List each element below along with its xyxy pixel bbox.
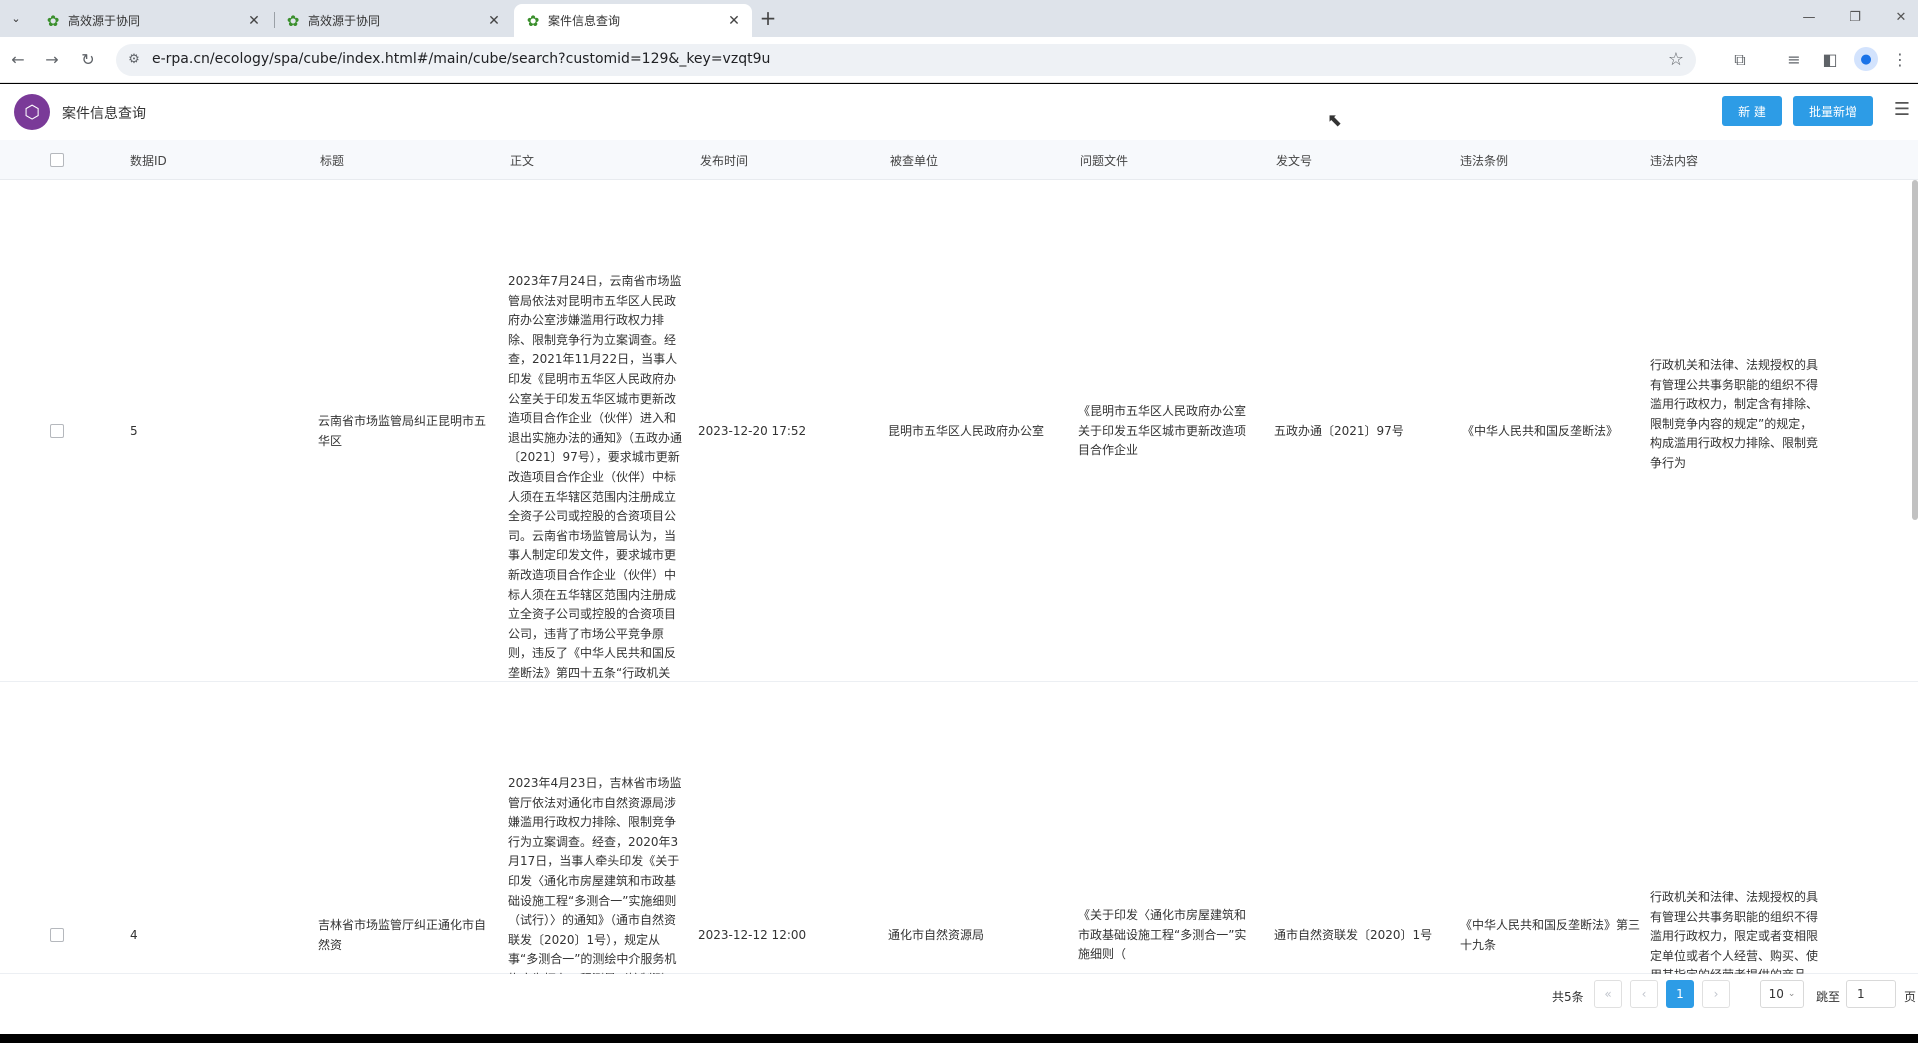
gear-icon: ✿ bbox=[46, 11, 60, 30]
side-panel-icon[interactable]: ◧ bbox=[1818, 48, 1842, 72]
cell-doc: 《关于印发〈通化市房屋建筑和市政基础设施工程“多测合一”实施细则（ bbox=[1078, 908, 1247, 962]
browser-toolbar: ← → ↻ ⚙ e-rpa.cn/ecology/spa/cube/index.… bbox=[0, 37, 1918, 83]
cell-law: 《中华人民共和国反垄断法》第三十九条 bbox=[1460, 918, 1641, 952]
first-page-icon[interactable]: « bbox=[1594, 980, 1622, 1008]
minimize-icon[interactable]: — bbox=[1794, 6, 1824, 30]
mouse-cursor-icon: ⬉ bbox=[1327, 110, 1343, 131]
tab-search-chevron-icon[interactable]: ⌄ bbox=[6, 8, 26, 28]
column-header[interactable]: 正文 bbox=[510, 152, 534, 169]
cell-content: 行政机关和法律、法规授权的具有管理公共事务职能的组织不得滥用行政权力，制定含有排… bbox=[1650, 358, 1819, 470]
page-suffix-label: 页 bbox=[1904, 990, 1917, 1004]
cell-date: 2023-12-20 17:52 bbox=[698, 424, 807, 438]
page-title: 案件信息查询 bbox=[62, 106, 146, 122]
browser-tab-title: 高效源于协同 bbox=[68, 14, 141, 28]
column-header[interactable]: 违法内容 bbox=[1650, 152, 1698, 169]
prev-page-icon[interactable]: ‹ bbox=[1630, 980, 1658, 1008]
browser-tab-1[interactable]: ✿ 高效源于协同 ✕ bbox=[34, 4, 272, 37]
cell-docno: 五政办通〔2021〕97号 bbox=[1274, 424, 1404, 438]
restore-icon[interactable]: ❐ bbox=[1840, 6, 1870, 30]
cell-docno: 通市自然资联发〔2020〕1号 bbox=[1274, 928, 1433, 942]
column-header[interactable]: 发布时间 bbox=[700, 152, 748, 169]
column-header[interactable]: 发文号 bbox=[1276, 152, 1312, 169]
close-icon[interactable]: ✕ bbox=[486, 13, 502, 29]
url-text[interactable]: e-rpa.cn/ecology/spa/cube/index.html#/ma… bbox=[152, 51, 770, 67]
page-size-value: 10 bbox=[1768, 987, 1784, 1001]
forward-arrow-icon[interactable]: → bbox=[40, 48, 64, 72]
cube-logo-icon: ⬡ bbox=[14, 94, 50, 130]
cell-content: 行政机关和法律、法规授权的具有管理公共事务职能的组织不得滥用行政权力，限定或者变… bbox=[1650, 890, 1819, 974]
browser-menu-icon[interactable]: ⋮ bbox=[1888, 48, 1912, 72]
browser-tab-3[interactable]: ✿ 案件信息查询 ✕ bbox=[514, 4, 752, 37]
chevron-down-icon: ⌄ bbox=[1787, 989, 1796, 999]
cell-id: 5 bbox=[130, 424, 138, 438]
row-checkbox[interactable] bbox=[50, 424, 64, 438]
gear-icon: ✿ bbox=[526, 11, 540, 30]
jump-label: 跳至 bbox=[1816, 990, 1841, 1004]
address-bar[interactable]: ⚙ e-rpa.cn/ecology/spa/cube/index.html#/… bbox=[116, 44, 1696, 76]
new-button[interactable]: 新 建 bbox=[1722, 96, 1782, 126]
column-header[interactable]: 被查单位 bbox=[890, 152, 938, 169]
page-number-button[interactable]: 1 bbox=[1666, 980, 1694, 1008]
cell-title[interactable]: 吉林省市场监管厅纠正通化市自然资 bbox=[318, 916, 490, 955]
jump-page-input[interactable]: 1 bbox=[1846, 980, 1896, 1008]
browser-tab-title: 高效源于协同 bbox=[308, 14, 381, 28]
column-header[interactable]: 标题 bbox=[320, 152, 344, 169]
row-checkbox[interactable] bbox=[50, 928, 64, 942]
extensions-icon[interactable]: ⧉ bbox=[1728, 48, 1752, 72]
browser-tabstrip: ⌄ ✿ 高效源于协同 ✕ ✿ 高效源于协同 ✕ ✿ 案件信息查询 ✕ + — ❐… bbox=[0, 0, 1918, 37]
app-page: ⬡ 案件信息查询 ⬉ 新 建 批量新增 ☰ 数据ID 标题 正文 发布时间 被查… bbox=[0, 84, 1918, 1034]
table-row[interactable]: 4 吉林省市场监管厅纠正通化市自然资 2023年4月23日，吉林省市场监管厅依法… bbox=[0, 682, 1918, 974]
browser-tab-2[interactable]: ✿ 高效源于协同 ✕ bbox=[274, 4, 512, 37]
close-icon[interactable]: ✕ bbox=[726, 13, 742, 29]
cell-doc: 《昆明市五华区人民政府办公室关于印发五华区城市更新改造项目合作企业 bbox=[1078, 404, 1247, 458]
cell-unit: 通化市自然资源局 bbox=[888, 928, 985, 942]
cell-unit: 昆明市五华区人民政府办公室 bbox=[888, 424, 1045, 438]
cell-date: 2023-12-12 12:00 bbox=[698, 928, 807, 942]
new-tab-plus-icon[interactable]: + bbox=[756, 6, 780, 30]
cell-body: 2023年7月24日，云南省市场监管局依法对昆明市五华区人民政府办公室涉嫌滥用行… bbox=[508, 274, 682, 680]
pagination: 共5条 « ‹ 1 › 10 ⌄ 跳至 1 页 bbox=[0, 974, 1918, 1014]
batch-new-button[interactable]: 批量新增 bbox=[1793, 96, 1873, 126]
app-header: ⬡ 案件信息查询 ⬉ 新 建 批量新增 ☰ bbox=[0, 84, 1918, 140]
column-header[interactable]: 问题文件 bbox=[1080, 152, 1128, 169]
cell-law: 《中华人民共和国反垄断法》 bbox=[1462, 424, 1619, 438]
table-header: 数据ID 标题 正文 发布时间 被查单位 问题文件 发文号 违法条例 违法内容 bbox=[0, 140, 1918, 180]
total-count: 共5条 bbox=[1552, 990, 1584, 1004]
media-queue-icon[interactable]: ≡ bbox=[1782, 48, 1806, 72]
cell-title[interactable]: 云南省市场监管局纠正昆明市五华区 bbox=[318, 412, 490, 451]
site-info-icon[interactable]: ⚙ bbox=[124, 50, 144, 70]
column-header[interactable]: 数据ID bbox=[130, 152, 167, 169]
select-all-checkbox[interactable] bbox=[50, 153, 64, 167]
reload-icon[interactable]: ↻ bbox=[76, 48, 100, 72]
next-page-icon[interactable]: › bbox=[1702, 980, 1730, 1008]
back-arrow-icon[interactable]: ← bbox=[6, 48, 30, 72]
gear-icon: ✿ bbox=[286, 11, 300, 30]
window-close-icon[interactable]: ✕ bbox=[1886, 6, 1916, 30]
table-row[interactable]: 5 云南省市场监管局纠正昆明市五华区 2023年7月24日，云南省市场监管局依法… bbox=[0, 180, 1918, 682]
page-size-select[interactable]: 10 ⌄ bbox=[1760, 980, 1804, 1008]
cell-body: 2023年4月23日，吉林省市场监管厅依法对通化市自然资源局涉嫌滥用行政权力排除… bbox=[508, 776, 682, 974]
bookmark-star-icon[interactable]: ☆ bbox=[1668, 49, 1684, 70]
profile-avatar[interactable]: ● bbox=[1854, 47, 1878, 71]
cell-id: 4 bbox=[130, 928, 138, 942]
vertical-scrollbar[interactable] bbox=[1912, 180, 1918, 520]
browser-tab-title: 案件信息查询 bbox=[548, 14, 621, 28]
column-header[interactable]: 违法条例 bbox=[1460, 152, 1508, 169]
close-icon[interactable]: ✕ bbox=[246, 13, 262, 29]
column-settings-icon[interactable]: ☰ bbox=[1892, 100, 1912, 120]
